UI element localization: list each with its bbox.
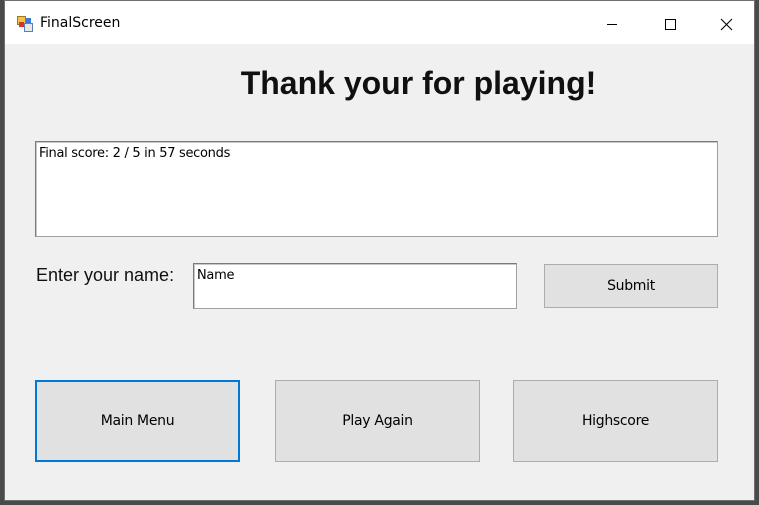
maximize-button[interactable] — [642, 1, 700, 44]
play-again-button[interactable]: Play Again — [275, 380, 480, 462]
name-input[interactable]: Name — [193, 263, 517, 309]
app-icon — [17, 16, 33, 32]
maximize-icon — [665, 19, 676, 30]
close-button[interactable] — [698, 1, 756, 44]
minimize-button[interactable] — [584, 1, 642, 44]
highscore-button[interactable]: Highscore — [513, 380, 718, 462]
final-score-textbox[interactable]: Final score: 2 / 5 in 57 seconds — [35, 141, 718, 237]
title-bar[interactable]: FinalScreen — [5, 1, 754, 44]
page-title: Thank your for playing! — [240, 65, 597, 101]
close-icon — [720, 18, 733, 31]
final-screen-window: FinalScreen Thank your for playing! Fina… — [4, 0, 755, 501]
minimize-icon — [607, 24, 617, 25]
submit-button[interactable]: Submit — [544, 264, 718, 308]
main-menu-button[interactable]: Main Menu — [35, 380, 240, 462]
window-title: FinalScreen — [40, 15, 121, 31]
name-label: Enter your name: — [36, 265, 175, 285]
